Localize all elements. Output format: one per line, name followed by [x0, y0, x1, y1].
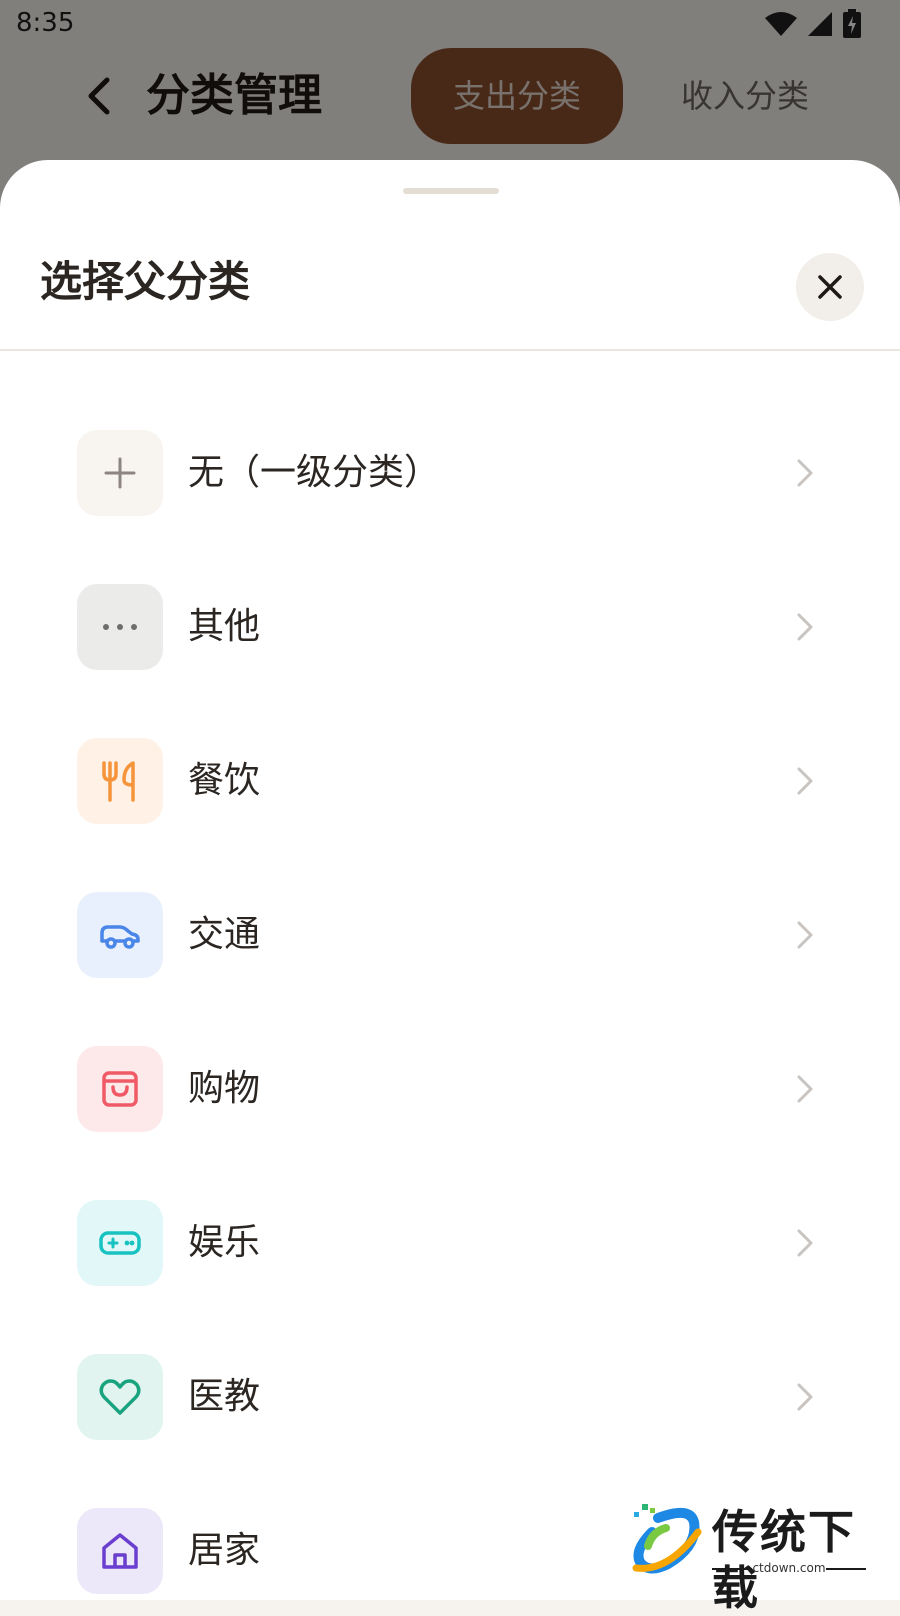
close-button[interactable]	[796, 253, 864, 321]
heart-icon	[99, 1379, 141, 1415]
sheet-drag-handle[interactable]	[403, 188, 499, 194]
category-label: 娱乐	[188, 1222, 261, 1263]
parent-category-list: 无（一级分类） 其他 餐饮 交通 购物 娱乐 医教 居家	[0, 430, 900, 1600]
chevron-right-icon	[797, 1075, 813, 1103]
divider	[826, 1568, 866, 1570]
sheet-title: 选择父分类	[40, 257, 251, 306]
more-icon	[103, 624, 137, 630]
chevron-right-icon	[797, 459, 813, 487]
category-label: 餐饮	[188, 760, 261, 801]
category-item-medical-education[interactable]: 医教	[0, 1354, 900, 1508]
category-label: 其他	[188, 606, 261, 647]
divider	[0, 349, 900, 351]
chevron-right-icon	[797, 1229, 813, 1257]
gamepad-icon	[99, 1231, 141, 1255]
car-icon	[100, 925, 140, 949]
category-label: 医教	[188, 1376, 261, 1417]
plus-icon	[104, 457, 136, 489]
category-label: 购物	[188, 1068, 261, 1109]
home-icon	[102, 1533, 138, 1569]
category-item-other[interactable]: 其他	[0, 584, 900, 738]
category-icon-box	[77, 584, 163, 670]
chevron-right-icon	[797, 767, 813, 795]
close-icon	[818, 275, 842, 299]
chevron-right-icon	[797, 613, 813, 641]
category-label: 居家	[188, 1530, 261, 1571]
category-icon-box	[77, 1354, 163, 1440]
shopping-bag-icon	[102, 1071, 138, 1107]
category-item-shopping[interactable]: 购物	[0, 1046, 900, 1200]
category-label: 交通	[188, 914, 261, 955]
category-icon-box	[77, 892, 163, 978]
category-label: 无（一级分类）	[188, 452, 441, 493]
category-icon-box	[77, 1046, 163, 1132]
category-item-dining[interactable]: 餐饮	[0, 738, 900, 892]
select-parent-category-sheet: 选择父分类 无（一级分类） 其他 餐饮 交通 购物 娱乐 医教 居家	[0, 160, 900, 1600]
category-icon-box	[77, 738, 163, 824]
chevron-right-icon	[797, 921, 813, 949]
watermark-swoosh-icon	[632, 1504, 702, 1574]
category-icon-box	[77, 1508, 163, 1594]
category-icon-box	[77, 430, 163, 516]
category-item-entertainment[interactable]: 娱乐	[0, 1200, 900, 1354]
watermark-logo: 传统下载 ctdown.com	[628, 1502, 878, 1615]
fork-knife-icon	[102, 761, 135, 802]
chevron-right-icon	[797, 1383, 813, 1411]
category-item-transport[interactable]: 交通	[0, 892, 900, 1046]
category-item-none[interactable]: 无（一级分类）	[0, 430, 900, 584]
category-icon-box	[77, 1200, 163, 1286]
